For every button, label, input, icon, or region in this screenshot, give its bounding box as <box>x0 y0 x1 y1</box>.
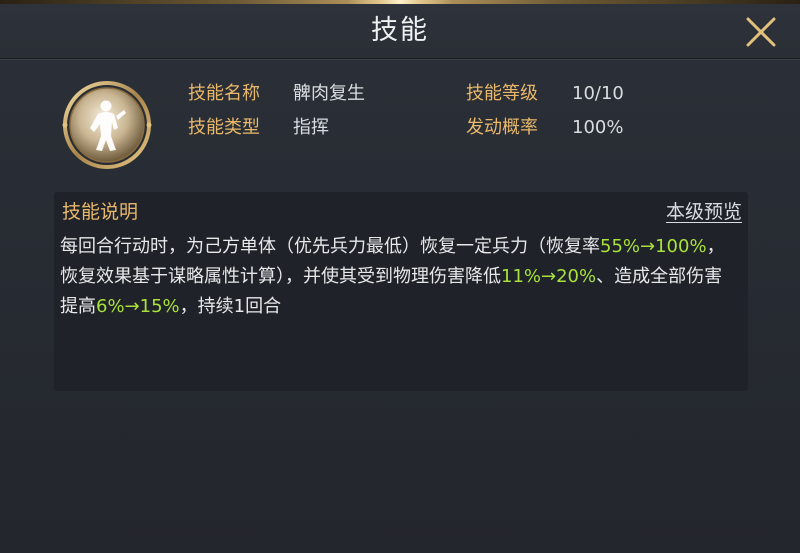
description-segment: ，持续1回合 <box>179 296 282 317</box>
description-box: 技能说明 本级预览 每回合行动时，为己方单体（优先兵力最低）恢复一定兵力（恢复率… <box>54 192 748 391</box>
header-bar: 技能 <box>0 4 800 59</box>
description-highlight: 6%→15% <box>96 296 180 317</box>
description-title: 技能说明 <box>62 201 139 223</box>
level-preview-link[interactable]: 本级预览 <box>666 200 742 224</box>
trigger-rate-value: 100% <box>572 117 624 138</box>
close-icon <box>746 17 776 47</box>
description-highlight: 11%→20% <box>501 266 597 287</box>
skill-level-label: 技能等级 <box>466 83 538 104</box>
soldier-silhouette-icon <box>62 81 152 169</box>
skill-type-value: 指挥 <box>293 117 329 138</box>
close-button[interactable] <box>742 13 780 51</box>
description-highlight: 55%→100% <box>600 236 707 257</box>
skill-level-value: 10/10 <box>572 83 624 104</box>
skill-panel: 技能 技能名称 髀肉复生 技能等级 10/10 技能类型 指挥 发动概率 100… <box>0 0 800 553</box>
skill-name-value: 髀肉复生 <box>293 83 365 104</box>
description-text: 每回合行动时，为己方单体（优先兵力最低）恢复一定兵力（恢复率55%→100%，恢… <box>60 232 736 322</box>
skill-icon <box>62 80 152 170</box>
skill-name-label: 技能名称 <box>188 83 260 104</box>
page-title: 技能 <box>371 15 429 46</box>
trigger-rate-label: 发动概率 <box>466 117 538 138</box>
skill-type-label: 技能类型 <box>188 117 260 138</box>
description-segment: 每回合行动时，为己方单体（优先兵力最低）恢复一定兵力（恢复率 <box>60 236 600 257</box>
